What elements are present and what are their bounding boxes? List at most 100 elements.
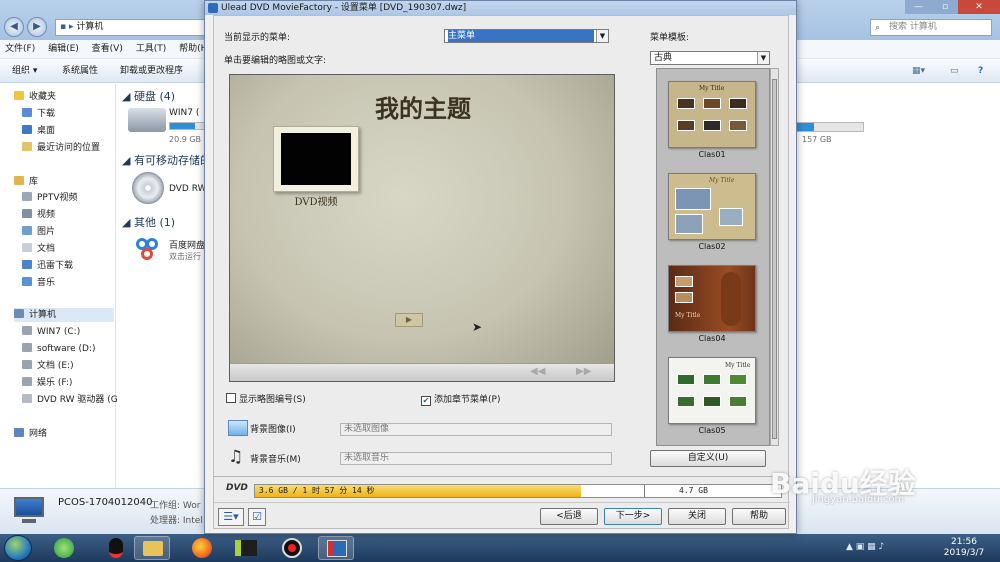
checkmark-icon[interactable]: ☑	[248, 508, 266, 526]
taskbar: ▲ ▣ ▦ ♪ 21:56 2019/3/7	[0, 534, 1000, 562]
menu-view[interactable]: 查看(V)	[87, 40, 128, 59]
chevron-down-icon[interactable]: ▼	[757, 52, 769, 64]
nav-library[interactable]: 库	[14, 175, 38, 189]
template-caption: Clas05	[698, 426, 726, 435]
group-other[interactable]: ◢ 其他 (1)	[122, 214, 175, 230]
bg-music-field[interactable]: 未选取音乐	[340, 452, 612, 465]
close-button[interactable]: 关闭	[668, 508, 726, 525]
nav-drive-g[interactable]: DVD RW 驱动器 (G	[22, 393, 118, 407]
nav-pictures[interactable]: 图片	[22, 225, 55, 239]
nav-recent[interactable]: 最近访问的位置	[22, 141, 100, 155]
template-clas02[interactable]: My Title	[668, 173, 756, 240]
star-icon	[14, 91, 24, 100]
setup-menu-dialog: Ulead DVD MovieFactory - 设置菜单 [DVD_19030…	[204, 0, 797, 534]
drive-dvd-name[interactable]: DVD RW	[169, 184, 207, 194]
dvd-label: DVD	[226, 483, 248, 493]
minimize-button[interactable]: —	[905, 0, 932, 14]
template-clas05[interactable]: My Title	[668, 357, 756, 424]
nav-pptv[interactable]: PPTV视频	[22, 191, 78, 205]
nav-drive-e[interactable]: 文档 (E:)	[22, 359, 74, 373]
scrollbar-thumb[interactable]	[772, 79, 777, 439]
qq-icon[interactable]	[98, 536, 134, 560]
back-arrow-icon[interactable]: ◀	[4, 17, 24, 37]
menu-file[interactable]: 文件(F)	[0, 40, 40, 59]
nav-drive-f[interactable]: 娱乐 (F:)	[22, 376, 72, 390]
preview-thumbnail-caption[interactable]: DVD视频	[273, 193, 359, 208]
nav-music[interactable]: 音乐	[22, 276, 55, 290]
help-button[interactable]: 帮助	[732, 508, 786, 525]
address-bar[interactable]: ▪ ▸ 计算机	[55, 19, 205, 36]
template-scrollbar[interactable]	[770, 68, 779, 446]
maximize-button[interactable]: ▫	[932, 0, 958, 14]
dialog-title: Ulead DVD MovieFactory - 设置菜单 [DVD_19030…	[221, 3, 467, 13]
nav-label: 视频	[37, 210, 56, 220]
start-button[interactable]	[4, 535, 32, 561]
music-note-icon[interactable]: ♫	[228, 447, 248, 467]
baidu-netdisk-name[interactable]: 百度网盘	[169, 238, 205, 251]
bg-image-field[interactable]: 未选取图像	[340, 423, 612, 436]
next-page-icon[interactable]: ▶▶	[576, 366, 591, 377]
menu-preview[interactable]: 我的主题 DVD视频 ▶ ➤ ◀◀ ▶▶	[229, 74, 615, 382]
template-caption: Clas04	[698, 334, 726, 343]
nav-computer[interactable]: 计算机	[14, 308, 114, 322]
template-clas01[interactable]: My Title	[668, 81, 756, 148]
previous-page-icon[interactable]: ◀◀	[530, 366, 545, 377]
nav-videos[interactable]: 视频	[22, 208, 55, 222]
preview-thumbnail[interactable]	[273, 126, 359, 192]
close-button[interactable]: ✕	[958, 0, 1000, 14]
drive-win7-name[interactable]: WIN7 (	[169, 108, 199, 118]
template-clas04[interactable]: My Title	[668, 265, 756, 332]
preview-next-button[interactable]: ▶	[395, 313, 423, 327]
next-button[interactable]: 下一步>	[604, 508, 662, 525]
preview-pane-icon[interactable]: ▭	[950, 59, 959, 83]
nav-label: WIN7 (C:)	[37, 327, 81, 337]
bg-music-label: 背景音乐(M)	[250, 455, 301, 465]
menu-tools[interactable]: 工具(T)	[131, 40, 172, 59]
ulead-taskbar-icon[interactable]	[318, 536, 354, 560]
media-app-icon[interactable]	[228, 536, 264, 560]
template-category-dropdown[interactable]: 古典 ▼	[650, 51, 770, 65]
nav-favorites[interactable]: 收藏夹	[14, 90, 56, 104]
preview-menu-title[interactable]: 我的主题	[230, 89, 616, 124]
disc-usage-bar: 3.6 GB / 1 时 57 分 14 秒 4.7 GB	[254, 484, 782, 498]
record-icon[interactable]	[274, 536, 310, 560]
nav-desktop[interactable]: 桌面	[22, 124, 55, 138]
group-label: 有可移动存储的	[133, 154, 211, 167]
template-caption: Clas02	[698, 242, 726, 251]
view-options-icon[interactable]: ▦▾	[912, 59, 925, 83]
current-menu-dropdown[interactable]: 主菜单 ▼	[444, 29, 609, 43]
nav-documents[interactable]: 文档	[22, 242, 55, 256]
system-properties-button[interactable]: 系统属性	[62, 59, 98, 83]
group-hard-disk[interactable]: ◢ 硬盘 (4)	[122, 88, 175, 104]
checkbox-box	[226, 393, 236, 403]
organize-button[interactable]: 组织 ▾	[12, 59, 37, 83]
nav-network[interactable]: 网络	[14, 427, 47, 441]
add-chapter-menu-checkbox[interactable]: ✔ 添加章节菜单(P)	[421, 392, 500, 406]
nav-drive-c[interactable]: WIN7 (C:)	[22, 325, 80, 339]
template-label: 菜单模板:	[650, 33, 690, 43]
explorer-taskbar-icon[interactable]	[134, 536, 170, 560]
show-thumb-numbers-checkbox[interactable]: 显示略图编号(S)	[226, 392, 306, 405]
group-label: 硬盘 (4)	[133, 90, 176, 103]
custom-button[interactable]: 自定义(U)	[650, 450, 766, 467]
menu-edit[interactable]: 编辑(E)	[43, 40, 84, 59]
back-button[interactable]: <后退	[540, 508, 598, 525]
app-360-icon[interactable]	[46, 536, 82, 560]
chevron-down-icon[interactable]: ▼	[596, 30, 608, 42]
hard-drive-icon	[22, 377, 32, 386]
firefox-icon[interactable]	[184, 536, 220, 560]
forward-arrow-icon[interactable]: ▶	[27, 17, 47, 37]
tray-icons[interactable]: ▲ ▣ ▦ ♪	[846, 542, 884, 552]
mouse-cursor-icon: ➤	[472, 320, 483, 334]
nav-downloads[interactable]: 下载	[22, 107, 55, 121]
group-removable[interactable]: ◢ 有可移动存储的	[122, 152, 211, 168]
menu-list-icon[interactable]: ☰▾	[218, 508, 244, 526]
background-image-icon[interactable]	[228, 420, 248, 436]
nav-xunlei[interactable]: 迅雷下载	[22, 259, 73, 273]
help-icon[interactable]: ?	[978, 59, 983, 83]
search-input[interactable]: ⌕ 搜索 计算机	[870, 19, 992, 36]
uninstall-program-button[interactable]: 卸载或更改程序	[120, 59, 183, 83]
current-menu-label: 当前显示的菜单:	[224, 33, 291, 43]
nav-drive-d[interactable]: software (D:)	[22, 342, 96, 356]
clock[interactable]: 21:56 2019/3/7	[930, 537, 998, 559]
